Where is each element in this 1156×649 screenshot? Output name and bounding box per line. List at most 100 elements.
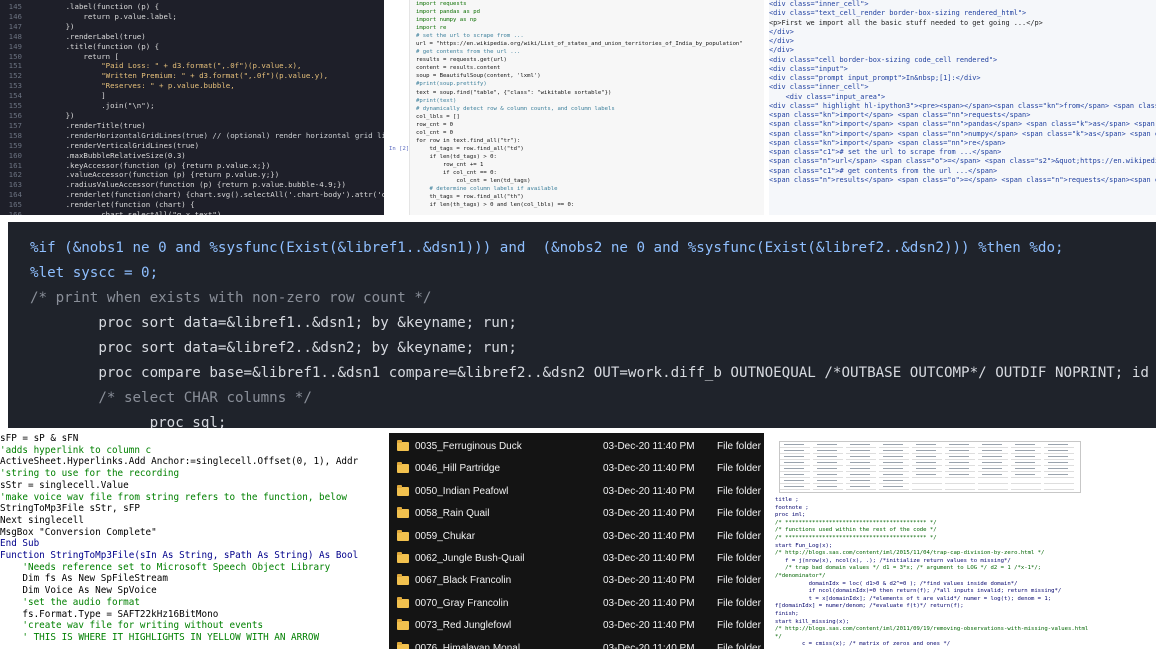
folder-row[interactable]: 0059_Chukar 03-Dec-20 11:40 PM File folder (389, 527, 764, 549)
folder-name: 0035_Ferruginous Duck (415, 441, 522, 452)
code-line: sStr = singlecell.Value (0, 479, 129, 491)
code-line: row_cnt = 0 (416, 121, 454, 128)
code-text: .renderLabel(true) (30, 31, 146, 41)
code-line: 152 "Written Premium: " + d3.format(",.0… (0, 71, 384, 81)
folder-name: 0073_Red Junglefowl (415, 620, 512, 632)
folder-icon (397, 529, 409, 541)
date-modified: 03-Dec-20 11:40 PM (603, 530, 695, 542)
code-line: if ncol(domainIdx)=0 then return(f); /*a… (775, 588, 1062, 595)
code-line: 166 chart.selectAll("g.x text") (0, 210, 384, 215)
line-number: 152 (8, 71, 22, 81)
table-cell (1011, 484, 1041, 490)
python-notebook-panel[interactable]: In [2]: import requests import pandas as … (389, 0, 764, 215)
code-text: .radiusValueAccessor(function (p) {retur… (30, 180, 346, 190)
code-line: row_cnt += 1 (416, 161, 484, 168)
vba-code-editor[interactable]: sFP = sP & sFN'adds hyperlink to column … (0, 433, 384, 649)
code-line: 154 ] (0, 91, 384, 101)
code-line: 161 .keyAccessor(function (p) {return p.… (0, 161, 384, 171)
code-line: 149 .title(function (p) { (0, 42, 384, 52)
code-line: col_cnt = 0 (416, 129, 454, 136)
code-line: Dim fs As New SpFileStream (0, 573, 168, 585)
date-modified: 03-Dec-20 11:40 PM (603, 508, 695, 520)
code-line: 'create wav file for writing without eve… (0, 620, 264, 632)
code-line: 'adds hyperlink to column c (0, 444, 152, 456)
code-text: "Paid Loss: " + d3.format(",.0f")(p.valu… (30, 61, 302, 71)
sas-iml-editor[interactable]: title ; footnote ; proc iml;/* ***********… (769, 433, 1156, 649)
folder-name: 0046_Hill Partridge (415, 463, 501, 475)
d3-code-editor[interactable]: 145 .label(function (p) {146 return p.va… (0, 0, 384, 215)
results-table (779, 441, 1081, 493)
folder-row[interactable]: 0035_Ferruginous Duck 03-Dec-20 11:40 PM F… (389, 437, 764, 459)
line-number: 158 (8, 130, 22, 140)
folder-row[interactable]: 0067_Black Francolin 03-Dec-20 11:40 PM Fi… (389, 571, 764, 593)
code-line: ActiveSheet.Hyperlinks.Add Anchor:=singl… (0, 456, 359, 468)
code-line: td_tags = row.find_all("td") (416, 145, 524, 152)
folder-row[interactable]: 0070_Gray Francolin 03-Dec-20 11:40 PM Fil… (389, 594, 764, 616)
code-line: MsgBox "Conversion Complete" (0, 526, 157, 538)
code-line: import requests (416, 1, 467, 7)
code-line: Dim Voice As New SpVoice (0, 585, 157, 597)
line-number: 146 (8, 11, 22, 21)
line-number: 149 (8, 41, 22, 51)
code-line: 158 .renderHorizontalGridLines(true) // … (0, 131, 384, 141)
folder-row[interactable]: 0046_Hill Partridge 03-Dec-20 11:40 PM Fil… (389, 459, 764, 481)
table-cell (912, 484, 942, 490)
code-line: <span class="kn">import</span> <span cla… (769, 129, 1156, 138)
item-type: File folder (717, 597, 761, 609)
code-line: Function StringToMp3File(sIn As String, … (0, 550, 359, 562)
folder-name: 0058_Rain Quail (415, 508, 490, 520)
code-line: 153 "Reserves: " + p.value.bubble, (0, 81, 384, 91)
code-line: Next singlecell (0, 514, 84, 526)
item-type: File folder (717, 575, 761, 587)
code-line: 147 }) (0, 22, 384, 32)
code-text: .renderVerticalGridLines(true) (30, 140, 200, 150)
code-line: <div class="input_area"> (769, 92, 886, 101)
line-number: 163 (8, 180, 22, 190)
code-line: %if (&nobs1 ne 0 and %sysfunc(Exist(&lib… (30, 240, 1064, 256)
item-type: File folder (717, 441, 761, 452)
folder-row[interactable]: 0050_Indian Peafowl 03-Dec-20 11:40 PM Fil… (389, 482, 764, 504)
code-line: </div> (769, 27, 794, 36)
python-code-cell[interactable]: import requests import pandas as pd import… (409, 0, 764, 215)
code-line: 156 }) (0, 111, 384, 121)
code-text: .join("\n"); (30, 101, 155, 111)
table-cell (1044, 484, 1074, 490)
line-number: 160 (8, 150, 22, 160)
folder-row[interactable]: 0058_Rain Quail 03-Dec-20 11:40 PM File fo… (389, 504, 764, 526)
code-line: %let syscc = 0; (30, 265, 159, 281)
table-cell (780, 484, 810, 490)
folder-icon (397, 440, 409, 451)
code-line: fs.Format.Type = SAFT22kHz16BitMono (0, 608, 219, 620)
code-line: 151 "Paid Loss: " + d3.format(",.0f")(p.… (0, 61, 384, 71)
folder-name: 0050_Indian Peafowl (415, 485, 509, 497)
code-line: 'Needs reference set to Microsoft Speech… (0, 561, 331, 573)
code-line: col_lbls = [] (416, 113, 460, 120)
code-line: 146 return p.value.label; (0, 12, 384, 22)
code-line: </div> (769, 37, 794, 45)
code-text: .renderTitle(true) (30, 120, 146, 130)
folder-row[interactable]: 0076_Himalayan Monal 03-Dec-20 11:40 PM Fi… (389, 639, 764, 649)
item-type: File folder (717, 508, 761, 520)
sas-iml-code[interactable]: title ; footnote ; proc iml;/* ***********… (775, 497, 1153, 649)
folder-row[interactable]: 0073_Red Junglefowl 03-Dec-20 11:40 PM Fil… (389, 616, 764, 638)
line-number: 159 (8, 140, 22, 150)
code-line: <span class="c1"># set the url to scrape… (769, 148, 1002, 156)
folder-icon (397, 462, 409, 474)
sas-macro-editor[interactable]: %if (&nobs1 ne 0 and %sysfunc(Exist(&lib… (8, 222, 1156, 428)
folder-row[interactable]: 0062_Jungle Bush-Quail 03-Dec-20 11:40 PM… (389, 549, 764, 571)
date-modified: 03-Dec-20 11:40 PM (603, 575, 695, 587)
file-explorer-list[interactable]: 0035_Ferruginous Duck 03-Dec-20 11:40 PM F… (389, 433, 764, 649)
code-text: "Written Premium: " + d3.format(",.0f")(… (30, 71, 329, 81)
code-line: </div> (769, 46, 794, 55)
code-line: t = x[domainIdx]; /*elements of t are va… (775, 595, 1052, 602)
code-line: f[domainIdx] = numer/denom; /*evaluate f… (775, 603, 964, 610)
code-line: <span class="c1"># get contents from the… (769, 166, 998, 175)
code-line: 160 .maxBubbleRelativeSize(0.3) (0, 151, 384, 161)
folder-icon (397, 619, 409, 631)
code-line: proc sort data=&libref1..&dsn1; by &keyn… (30, 315, 517, 331)
code-line: proc sql; (30, 415, 227, 428)
date-modified: 03-Dec-20 11:40 PM (603, 553, 695, 564)
html-source-view[interactable]: <div class="inner_cell"> <div class="text… (769, 0, 1156, 215)
code-line: if len(td_tags) > 0: (416, 153, 497, 160)
code-line: 162 .valueAccessor(function (p) {return … (0, 170, 384, 180)
